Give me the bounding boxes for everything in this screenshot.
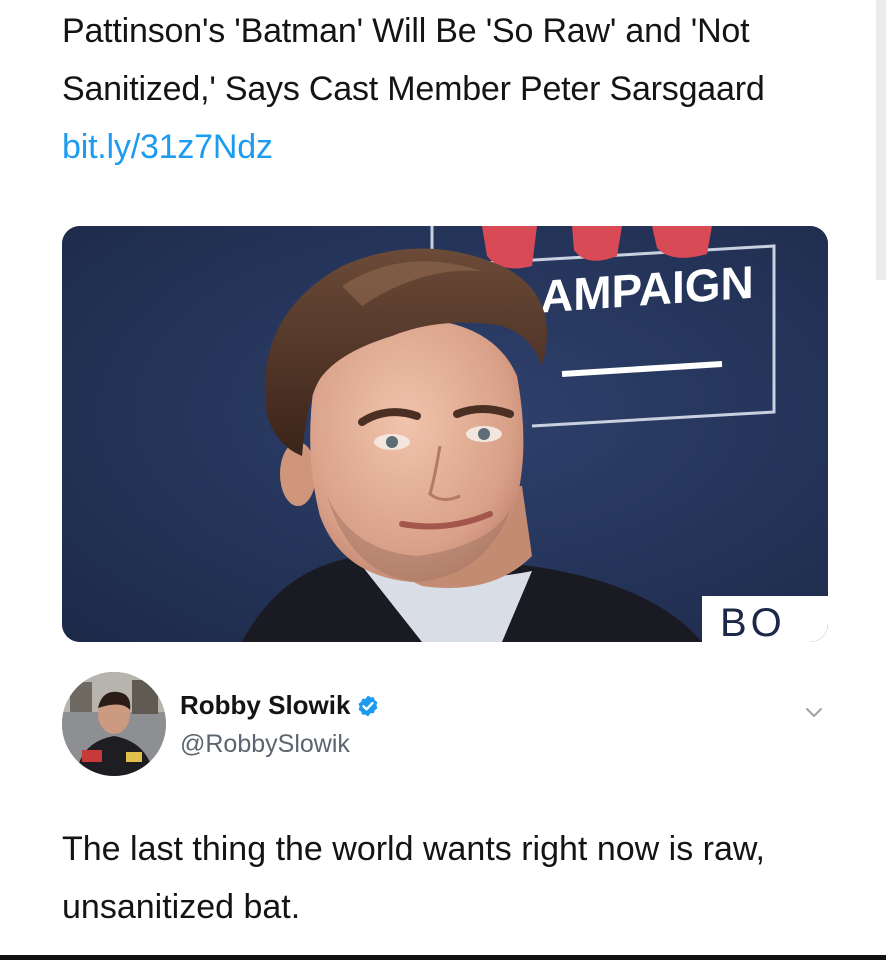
headline-text: Pattinson's 'Batman' Will Be 'So Raw' an… xyxy=(62,12,765,108)
author-handle[interactable]: @RobbySlowik xyxy=(180,730,350,759)
corner-sign: BO xyxy=(702,596,828,642)
avatar[interactable] xyxy=(62,672,166,776)
tweet-text: The last thing the world wants right now… xyxy=(62,830,765,926)
bottom-divider xyxy=(0,955,886,960)
verified-badge-icon xyxy=(356,694,380,725)
author-display-name[interactable]: Robby Slowik xyxy=(180,690,350,720)
corner-text: BO xyxy=(720,601,786,642)
article-headline: Pattinson's 'Batman' Will Be 'So Raw' an… xyxy=(62,2,852,176)
article-photo[interactable]: AMPAIGN BO xyxy=(62,226,828,642)
chevron-down-icon[interactable] xyxy=(802,700,826,724)
scrollbar-track[interactable] xyxy=(876,0,886,280)
author-name-row[interactable]: Robby Slowik xyxy=(180,690,380,725)
tweet-author: Robby Slowik @RobbySlowik xyxy=(62,672,832,782)
headline-link[interactable]: bit.ly/31z7Ndz xyxy=(62,128,273,166)
portrait-image: AMPAIGN BO xyxy=(62,226,828,642)
avatar-image xyxy=(62,672,166,776)
